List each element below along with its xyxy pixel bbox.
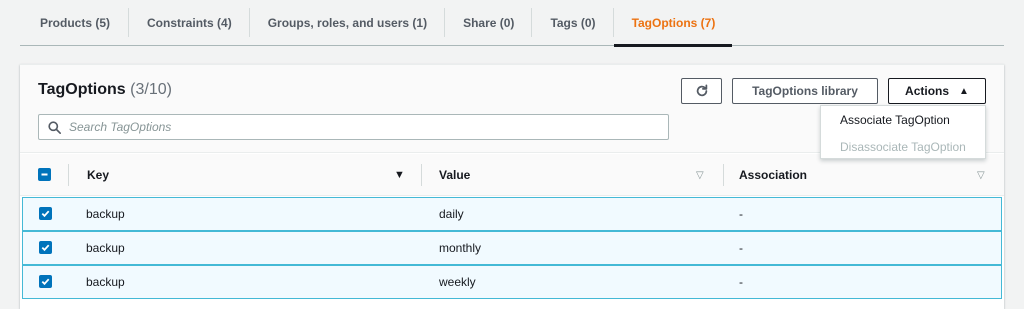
column-divider — [421, 164, 422, 186]
cell-key: backup — [86, 275, 125, 289]
row-checkbox[interactable] — [39, 275, 52, 288]
cell-key: backup — [86, 241, 125, 255]
indeterminate-icon — [41, 173, 48, 176]
refresh-button[interactable] — [681, 78, 722, 104]
actions-button[interactable]: Actions ▲ — [888, 78, 986, 104]
cell-key: backup — [86, 207, 125, 221]
tagoptions-library-button[interactable]: TagOptions library — [732, 78, 878, 104]
row-checkbox[interactable] — [39, 207, 52, 220]
table-header: Key ▼ Value ▽ Association ▽ — [20, 154, 1004, 196]
tab-share[interactable]: Share (0) — [445, 0, 531, 45]
select-all-checkbox[interactable] — [38, 168, 51, 181]
cell-value: monthly — [439, 241, 482, 255]
cell-association: - — [739, 207, 743, 221]
column-header-key[interactable]: Key — [87, 154, 109, 196]
search-input[interactable] — [69, 120, 649, 134]
caret-up-icon: ▲ — [959, 85, 969, 97]
tab-products[interactable]: Products (5) — [20, 0, 128, 45]
refresh-icon — [696, 84, 707, 97]
cell-value: daily — [439, 207, 464, 221]
check-icon — [41, 210, 50, 218]
panel-title-text: TagOptions — [38, 81, 126, 98]
sort-icon[interactable]: ▽ — [977, 170, 985, 181]
sort-descending-icon[interactable]: ▼ — [394, 169, 405, 181]
check-icon — [41, 278, 50, 286]
check-icon — [41, 244, 50, 252]
tab-tagoptions[interactable]: TagOptions (7) — [613, 0, 733, 47]
tagoptions-library-label: TagOptions library — [752, 84, 858, 98]
sort-icon[interactable]: ▽ — [696, 170, 704, 181]
actions-label: Actions — [905, 84, 950, 98]
tab-groups-roles-users[interactable]: Groups, roles, and users (1) — [250, 0, 444, 45]
cell-association: - — [739, 275, 743, 289]
cell-association: - — [739, 241, 743, 255]
panel-title: TagOptions (3/10) — [38, 81, 172, 99]
column-divider — [723, 164, 724, 186]
menu-item-associate[interactable]: Associate TagOption — [821, 106, 985, 133]
tagoptions-panel: TagOptions (3/10) TagOptions library Act… — [20, 64, 1004, 309]
column-header-value[interactable]: Value — [439, 154, 470, 196]
tab-bar: Products (5) Constraints (4) Groups, rol… — [20, 0, 1004, 47]
menu-item-disassociate: Disassociate TagOption — [840, 139, 966, 154]
search-field[interactable] — [38, 114, 669, 140]
selection-count: (3/10) — [130, 81, 172, 98]
actions-menu: Associate TagOption Disassociate TagOpti… — [820, 105, 986, 159]
column-divider — [68, 164, 69, 186]
cell-value: weekly — [439, 275, 476, 289]
table-row[interactable]: backup weekly - — [22, 265, 1002, 299]
row-checkbox[interactable] — [39, 241, 52, 254]
tab-tags[interactable]: Tags (0) — [532, 0, 612, 45]
table-row[interactable]: backup daily - — [22, 197, 1002, 231]
search-icon — [39, 120, 69, 134]
table-row[interactable]: backup monthly - — [22, 231, 1002, 265]
column-header-association[interactable]: Association — [739, 154, 807, 196]
tab-constraints[interactable]: Constraints (4) — [129, 0, 249, 45]
